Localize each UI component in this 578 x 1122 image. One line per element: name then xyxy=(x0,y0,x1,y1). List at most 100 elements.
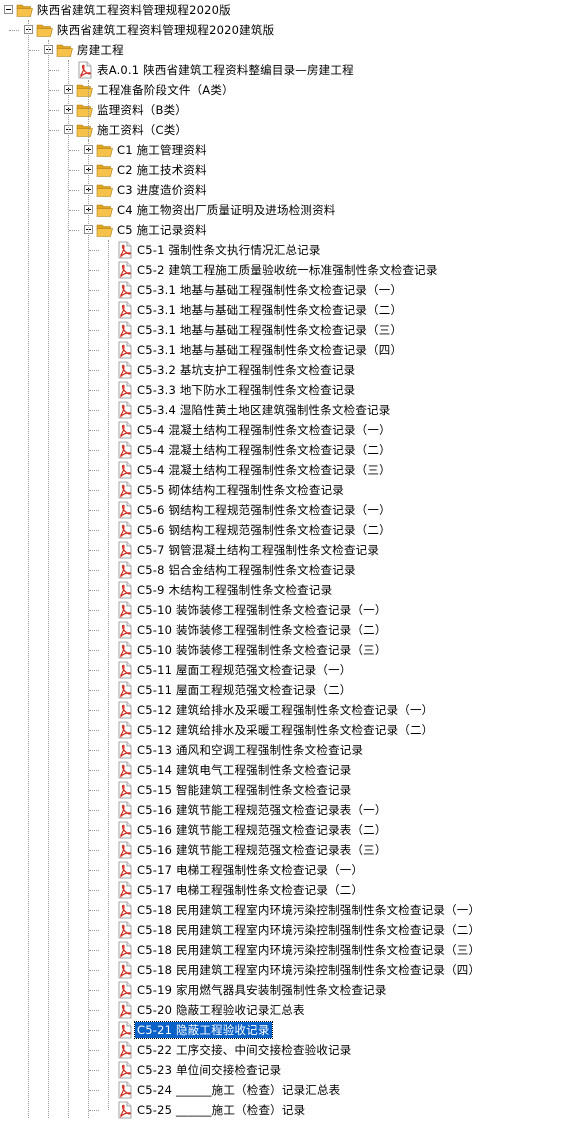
file-label[interactable]: C5-11 屋面工程规范强文检查记录（一） xyxy=(135,662,353,678)
tree-node[interactable]: C5-11 屋面工程规范强文检查记录（一） xyxy=(0,660,578,680)
tree-node[interactable]: C5-2 建筑工程施工质量验收统一标准强制性条文检查记录 xyxy=(0,260,578,280)
tree-node[interactable]: C5-17 电梯工程强制性条文检查记录（二） xyxy=(0,880,578,900)
tree-node[interactable]: C5-18 民用建筑工程室内环境污染控制强制性条文检查记录（二） xyxy=(0,920,578,940)
tree-node[interactable]: C1 施工管理资料 xyxy=(0,140,578,160)
tree-node[interactable]: C5-23 单位间交接检查记录 xyxy=(0,1060,578,1080)
file-label[interactable]: C5-7 钢管混凝土结构工程强制性条文检查记录 xyxy=(135,542,381,558)
tree-node[interactable]: C5-3.2 基坑支护工程强制性条文检查记录 xyxy=(0,360,578,380)
file-label[interactable]: C5-11 屋面工程规范强文检查记录（二） xyxy=(135,682,353,698)
folder-label[interactable]: C4 施工物资出厂质量证明及进场检测资料 xyxy=(115,202,338,218)
tree-node[interactable]: C5-25 ______施工（检查）记录 xyxy=(0,1100,578,1120)
file-label[interactable]: C5-3.1 地基与基础工程强制性条文检查记录（三） xyxy=(135,322,404,338)
file-label[interactable]: C5-18 民用建筑工程室内环境污染控制强制性条文检查记录（二） xyxy=(135,922,482,938)
tree-node[interactable]: C5-12 建筑给排水及采暖工程强制性条文检查记录（二） xyxy=(0,720,578,740)
file-label[interactable]: C5-13 通风和空调工程强制性条文检查记录 xyxy=(135,742,365,758)
tree-node[interactable]: C5-18 民用建筑工程室内环境污染控制强制性条文检查记录（一） xyxy=(0,900,578,920)
tree-node[interactable]: C5-24 ______施工（检查）记录汇总表 xyxy=(0,1080,578,1100)
folder-label[interactable]: C3 进度造价资料 xyxy=(115,182,209,198)
tree-node[interactable]: C3 进度造价资料 xyxy=(0,180,578,200)
file-label[interactable]: C5-4 混凝土结构工程强制性条文检查记录（三） xyxy=(135,462,393,478)
file-label[interactable]: C5-18 民用建筑工程室内环境污染控制强制性条文检查记录（一） xyxy=(135,902,482,918)
folder-label[interactable]: 陕西省建筑工程资料管理规程2020版 xyxy=(35,2,233,18)
folder-label[interactable]: 房建工程 xyxy=(75,42,126,58)
file-label[interactable]: C5-10 装饰装修工程强制性条文检查记录（一） xyxy=(135,602,389,618)
tree-node[interactable]: C5-5 砌体结构工程强制性条文检查记录 xyxy=(0,480,578,500)
tree-node[interactable]: C5 施工记录资料 xyxy=(0,220,578,240)
tree-node[interactable]: C5-3.1 地基与基础工程强制性条文检查记录（三） xyxy=(0,320,578,340)
tree-node[interactable]: C5-16 建筑节能工程规范强文检查记录表（三） xyxy=(0,840,578,860)
folder-label[interactable]: 工程准备阶段文件（A类） xyxy=(95,82,236,98)
file-label[interactable]: C5-3.4 湿陷性黄土地区建筑强制性条文检查记录 xyxy=(135,402,392,418)
file-label[interactable]: C5-4 混凝土结构工程强制性条文检查记录（二） xyxy=(135,442,393,458)
tree-node[interactable]: 表A.0.1 陕西省建筑工程资料整编目录—房建工程 xyxy=(0,60,578,80)
file-label[interactable]: C5-3.1 地基与基础工程强制性条文检查记录（四） xyxy=(135,342,404,358)
tree-node[interactable]: 监理资料（B类） xyxy=(0,100,578,120)
file-label[interactable]: C5-19 家用燃气器具安装制强制性条文检查记录 xyxy=(135,982,389,998)
tree-node[interactable]: C5-12 建筑给排水及采暖工程强制性条文检查记录（一） xyxy=(0,700,578,720)
file-label[interactable]: C5-10 装饰装修工程强制性条文检查记录（二） xyxy=(135,622,389,638)
tree-node[interactable]: C5-10 装饰装修工程强制性条文检查记录（一） xyxy=(0,600,578,620)
tree-node[interactable]: C5-19 家用燃气器具安装制强制性条文检查记录 xyxy=(0,980,578,1000)
tree-node[interactable]: C5-3.3 地下防水工程强制性条文检查记录 xyxy=(0,380,578,400)
tree-node[interactable]: 工程准备阶段文件（A类） xyxy=(0,80,578,100)
file-label[interactable]: C5-22 工序交接、中间交接检查验收记录 xyxy=(135,1042,353,1058)
file-label[interactable]: C5-3.2 基坑支护工程强制性条文检查记录 xyxy=(135,362,357,378)
file-label[interactable]: C5-4 混凝土结构工程强制性条文检查记录（一） xyxy=(135,422,393,438)
folder-label[interactable]: C5 施工记录资料 xyxy=(115,222,209,238)
tree-node[interactable]: C5-3.1 地基与基础工程强制性条文检查记录（二） xyxy=(0,300,578,320)
tree-node[interactable]: C5-3.1 地基与基础工程强制性条文检查记录（四） xyxy=(0,340,578,360)
file-label[interactable]: C5-15 智能建筑工程强制性条文检查记录 xyxy=(135,782,353,798)
tree-node[interactable]: C5-16 建筑节能工程规范强文检查记录表（二） xyxy=(0,820,578,840)
tree-view[interactable]: 陕西省建筑工程资料管理规程2020版 陕西省建筑工程资料管理规程2020建筑版 房建… xyxy=(0,0,578,1120)
file-label[interactable]: C5-3.1 地基与基础工程强制性条文检查记录（二） xyxy=(135,302,404,318)
tree-node[interactable]: C5-8 铝合金结构工程强制性条文检查记录 xyxy=(0,560,578,580)
tree-node[interactable]: C5-20 隐蔽工程验收记录汇总表 xyxy=(0,1000,578,1020)
file-label[interactable]: C5-1 强制性条文执行情况汇总记录 xyxy=(135,242,323,258)
file-label[interactable]: C5-17 电梯工程强制性条文检查记录（二） xyxy=(135,882,365,898)
file-label[interactable]: C5-5 砌体结构工程强制性条文检查记录 xyxy=(135,482,346,498)
tree-node[interactable]: 房建工程 xyxy=(0,40,578,60)
folder-label[interactable]: 施工资料（C类） xyxy=(95,122,189,138)
file-label[interactable]: C5-3.1 地基与基础工程强制性条文检查记录（一） xyxy=(135,282,404,298)
folder-label[interactable]: C2 施工技术资料 xyxy=(115,162,209,178)
tree-node[interactable]: C5-9 木结构工程强制性条文检查记录 xyxy=(0,580,578,600)
tree-node[interactable]: C5-4 混凝土结构工程强制性条文检查记录（三） xyxy=(0,460,578,480)
file-label[interactable]: C5-18 民用建筑工程室内环境污染控制强制性条文检查记录（三） xyxy=(135,942,482,958)
tree-node[interactable]: C4 施工物资出厂质量证明及进场检测资料 xyxy=(0,200,578,220)
tree-node[interactable]: C5-21 隐蔽工程验收记录 xyxy=(0,1020,578,1040)
tree-node[interactable]: 陕西省建筑工程资料管理规程2020版 xyxy=(0,0,578,20)
tree-node[interactable]: C5-11 屋面工程规范强文检查记录（二） xyxy=(0,680,578,700)
file-label[interactable]: C5-12 建筑给排水及采暖工程强制性条文检查记录（二） xyxy=(135,722,435,738)
folder-label[interactable]: C1 施工管理资料 xyxy=(115,142,209,158)
file-label[interactable]: C5-2 建筑工程施工质量验收统一标准强制性条文检查记录 xyxy=(135,262,440,278)
file-label[interactable]: C5-6 钢结构工程规范强制性条文检查记录（一） xyxy=(135,502,393,518)
tree-node[interactable]: C5-16 建筑节能工程规范强文检查记录表（一） xyxy=(0,800,578,820)
tree-node[interactable]: C5-14 建筑电气工程强制性条文检查记录 xyxy=(0,760,578,780)
file-label[interactable]: C5-17 电梯工程强制性条文检查记录（一） xyxy=(135,862,365,878)
tree-node[interactable]: C5-22 工序交接、中间交接检查验收记录 xyxy=(0,1040,578,1060)
tree-node[interactable]: 施工资料（C类） xyxy=(0,120,578,140)
tree-node[interactable]: C5-6 钢结构工程规范强制性条文检查记录（一） xyxy=(0,500,578,520)
file-label[interactable]: C5-8 铝合金结构工程强制性条文检查记录 xyxy=(135,562,358,578)
tree-node[interactable]: C5-10 装饰装修工程强制性条文检查记录（二） xyxy=(0,620,578,640)
file-label[interactable]: C5-16 建筑节能工程规范强文检查记录表（三） xyxy=(135,842,389,858)
tree-node[interactable]: C2 施工技术资料 xyxy=(0,160,578,180)
file-label[interactable]: C5-21 隐蔽工程验收记录 xyxy=(134,1021,273,1039)
file-label[interactable]: C5-10 装饰装修工程强制性条文检查记录（三） xyxy=(135,642,389,658)
tree-node[interactable]: C5-4 混凝土结构工程强制性条文检查记录（二） xyxy=(0,440,578,460)
file-label[interactable]: C5-20 隐蔽工程验收记录汇总表 xyxy=(135,1002,307,1018)
file-label[interactable]: C5-14 建筑电气工程强制性条文检查记录 xyxy=(135,762,353,778)
file-label[interactable]: C5-3.3 地下防水工程强制性条文检查记录 xyxy=(135,382,357,398)
file-label[interactable]: C5-24 ______施工（检查）记录汇总表 xyxy=(135,1082,342,1098)
minus-expander-icon[interactable] xyxy=(4,5,13,14)
file-label[interactable]: C5-16 建筑节能工程规范强文检查记录表（一） xyxy=(135,802,389,818)
tree-node[interactable]: C5-3.1 地基与基础工程强制性条文检查记录（一） xyxy=(0,280,578,300)
file-label[interactable]: C5-25 ______施工（检查）记录 xyxy=(135,1102,307,1118)
file-label[interactable]: C5-9 木结构工程强制性条文检查记录 xyxy=(135,582,334,598)
folder-label[interactable]: 监理资料（B类） xyxy=(95,102,189,118)
tree-node[interactable]: C5-4 混凝土结构工程强制性条文检查记录（一） xyxy=(0,420,578,440)
tree-node[interactable]: C5-18 民用建筑工程室内环境污染控制强制性条文检查记录（四） xyxy=(0,960,578,980)
tree-node[interactable]: C5-1 强制性条文执行情况汇总记录 xyxy=(0,240,578,260)
tree-node[interactable]: C5-7 钢管混凝土结构工程强制性条文检查记录 xyxy=(0,540,578,560)
tree-node[interactable]: C5-15 智能建筑工程强制性条文检查记录 xyxy=(0,780,578,800)
